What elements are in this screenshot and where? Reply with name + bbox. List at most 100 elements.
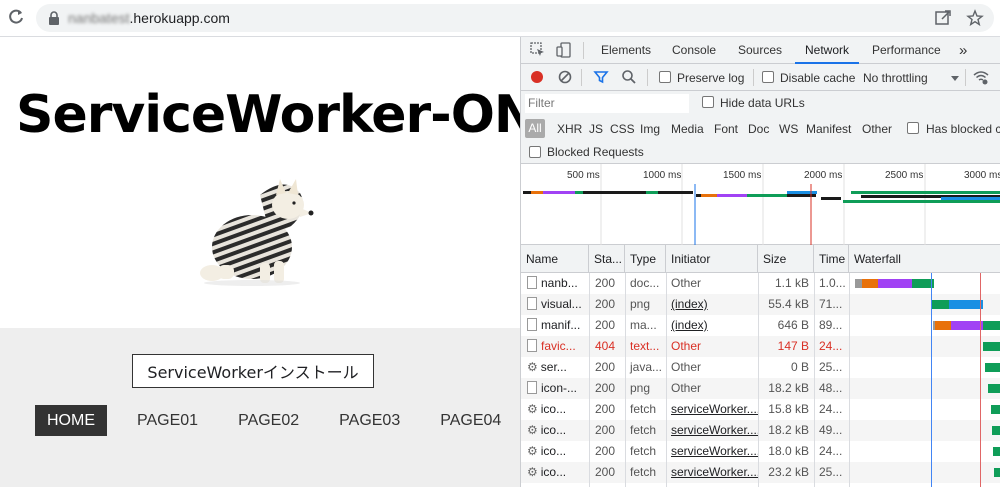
device-toolbar-icon[interactable] xyxy=(556,42,572,58)
col-initiator[interactable]: Initiator xyxy=(666,245,758,273)
open-in-window-icon[interactable] xyxy=(934,9,952,27)
toolbar-separator xyxy=(753,69,754,86)
nav-page03[interactable]: PAGE03 xyxy=(323,405,416,436)
col-time[interactable]: Time xyxy=(814,245,849,273)
requests-table-body: ⚙ ico... 200 fetch serviceWorker.... 23.2 kB 2… xyxy=(521,273,1000,487)
type-manifest[interactable]: Manifest xyxy=(806,122,851,136)
type-js[interactable]: JS xyxy=(589,122,603,136)
install-serviceworker-button[interactable]: ServiceWorkerインストール xyxy=(132,354,374,388)
tab-separator xyxy=(583,42,584,59)
column-divider xyxy=(625,273,626,487)
tab-sources[interactable]: Sources xyxy=(738,37,782,64)
content-section: ServiceWorkerインストール HOME PAGE01 PAGE02 P… xyxy=(0,328,520,487)
col-size[interactable]: Size xyxy=(758,245,814,273)
type-all[interactable]: All xyxy=(525,119,545,138)
request-size: 23.2 kB xyxy=(768,465,809,479)
tab-elements[interactable]: Elements xyxy=(601,37,651,64)
col-type[interactable]: Type xyxy=(625,245,666,273)
nav-page02[interactable]: PAGE02 xyxy=(222,405,315,436)
preserve-log-label: Preserve log xyxy=(677,71,745,85)
request-size: 18.0 kB xyxy=(768,444,809,458)
bookmark-star-icon[interactable] xyxy=(966,9,984,27)
dropdown-arrow-icon[interactable] xyxy=(947,70,963,86)
request-name: visual... xyxy=(523,294,589,315)
table-row[interactable]: manif... 200 ma... (index) 646 B 89... xyxy=(521,315,1000,336)
type-img[interactable]: Img xyxy=(640,122,660,136)
file-icon xyxy=(527,339,537,352)
col-name[interactable]: Name xyxy=(521,245,589,273)
disable-cache-checkbox[interactable] xyxy=(762,71,774,83)
search-icon[interactable] xyxy=(621,69,637,85)
table-row[interactable]: ⚙ ico... 200 fetch serviceWorker.... 18.0 kB 2… xyxy=(521,441,1000,462)
type-other[interactable]: Other xyxy=(862,122,892,136)
request-status: 200 xyxy=(595,276,616,290)
waterfall-bar xyxy=(931,300,949,309)
table-row[interactable]: ⚙ ser... 200 java... Other 0 B 25... xyxy=(521,357,1000,378)
request-status: 200 xyxy=(595,444,616,458)
type-css[interactable]: CSS xyxy=(610,122,635,136)
type-font[interactable]: Font xyxy=(714,122,738,136)
hide-data-urls-checkbox[interactable] xyxy=(702,96,714,108)
blocked-requests-checkbox[interactable] xyxy=(529,146,541,158)
filter-row: Filter Hide data URLs xyxy=(521,91,1000,115)
has-blocked-cookies-label: Has blocked c xyxy=(926,122,1000,136)
tab-performance[interactable]: Performance xyxy=(872,37,941,64)
request-type: png xyxy=(630,297,651,311)
column-divider xyxy=(666,273,667,487)
inspect-element-icon[interactable] xyxy=(530,42,546,58)
overview-tick: 1500 ms xyxy=(723,170,761,181)
waterfall-bar xyxy=(985,363,1000,372)
more-tabs-icon[interactable]: » xyxy=(959,37,967,64)
table-row[interactable]: ⚙ ico... 200 fetch serviceWorker.... 18.2 kB 4… xyxy=(521,420,1000,441)
filter-input[interactable]: Filter xyxy=(525,94,689,113)
table-row[interactable]: icon-... 200 png Other 18.2 kB 48... xyxy=(521,378,1000,399)
waterfall-bar xyxy=(991,405,1000,414)
record-icon[interactable] xyxy=(529,69,545,85)
url-prefix: nanbatest xyxy=(68,10,130,26)
request-type: png xyxy=(630,381,651,395)
table-row[interactable]: ⚙ ico... 200 fetch serviceWorker.... 15.8 kB 2… xyxy=(521,399,1000,420)
request-name-text: icon-... xyxy=(541,381,578,395)
tab-network[interactable]: Network xyxy=(795,37,860,64)
type-doc[interactable]: Doc xyxy=(748,122,769,136)
request-initiator[interactable]: serviceWorker.... xyxy=(667,420,758,441)
request-name-text: favic... xyxy=(541,339,576,353)
network-overview-timeline[interactable]: 500 ms 1000 ms 1500 ms 2000 ms 2500 ms 3… xyxy=(521,164,1000,245)
col-waterfall[interactable]: Waterfall xyxy=(849,245,1000,273)
reload-icon[interactable] xyxy=(6,7,26,27)
nav-page01[interactable]: PAGE01 xyxy=(121,405,214,436)
tab-console[interactable]: Console xyxy=(672,37,716,64)
nav-page04[interactable]: PAGE04 xyxy=(424,405,517,436)
disable-cache-label: Disable cache xyxy=(780,71,856,85)
waterfall-bar xyxy=(983,321,1000,330)
type-media[interactable]: Media xyxy=(671,122,704,136)
throttling-select[interactable]: No throttling xyxy=(863,71,928,85)
service-worker-gear-icon: ⚙ xyxy=(527,423,538,437)
address-bar[interactable]: nanbatest.herokuapp.com xyxy=(36,4,994,32)
request-status: 200 xyxy=(595,360,616,374)
type-ws[interactable]: WS xyxy=(779,122,798,136)
request-initiator[interactable]: (index) xyxy=(667,315,758,336)
table-row[interactable]: visual... 200 png (index) 55.4 kB 71... xyxy=(521,294,1000,315)
request-initiator[interactable]: serviceWorker.... xyxy=(667,441,758,462)
table-row[interactable]: favic... 404 text... Other 147 B 24... xyxy=(521,336,1000,357)
request-size: 15.8 kB xyxy=(768,402,809,416)
table-row[interactable]: ⚙ ico... 200 fetch serviceWorker.... 23.2 kB 2… xyxy=(521,462,1000,483)
request-initiator[interactable]: serviceWorker.... xyxy=(667,462,758,483)
col-status[interactable]: Sta... xyxy=(589,245,625,273)
network-conditions-icon[interactable] xyxy=(973,69,989,85)
preserve-log-checkbox[interactable] xyxy=(659,71,671,83)
request-initiator[interactable]: serviceWorker.... xyxy=(667,399,758,420)
service-worker-gear-icon: ⚙ xyxy=(527,444,538,458)
web-page: ServiceWorker-ON ServiceWorkerインストール HOM… xyxy=(0,37,537,487)
table-row[interactable]: nanb... 200 doc... Other 1.1 kB 1.0... xyxy=(521,273,1000,294)
clear-icon[interactable] xyxy=(557,69,573,85)
filter-icon[interactable] xyxy=(593,69,609,85)
request-initiator[interactable]: (index) xyxy=(667,294,758,315)
request-size: 0 B xyxy=(790,360,809,374)
request-initiator: Other xyxy=(671,339,702,353)
type-xhr[interactable]: XHR xyxy=(557,122,582,136)
request-initiator: Other xyxy=(671,360,702,374)
has-blocked-cookies-checkbox[interactable] xyxy=(907,122,919,134)
nav-home[interactable]: HOME xyxy=(35,405,107,436)
